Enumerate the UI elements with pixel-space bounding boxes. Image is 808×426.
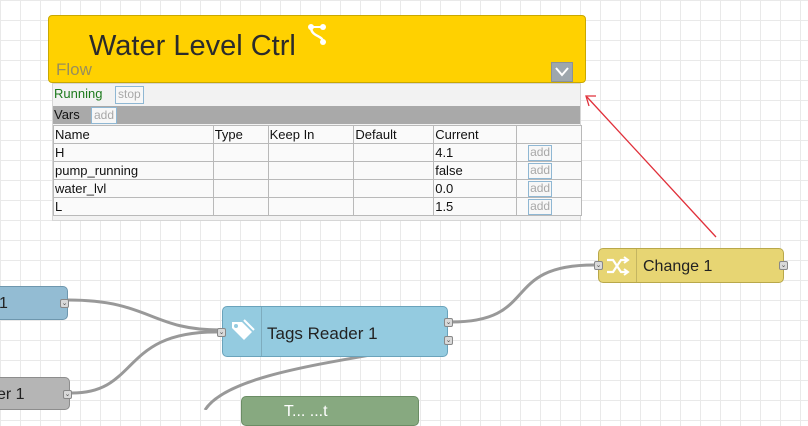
- add-var-button[interactable]: add: [91, 107, 118, 124]
- node-label: Tags Reader 1: [267, 324, 378, 343]
- var-current: 4.1: [433, 143, 518, 162]
- var-name: pump_running: [53, 161, 214, 180]
- shuffle-icon: [607, 256, 630, 276]
- row-action-cell: add: [516, 179, 582, 198]
- left-bottom-node[interactable]: er 1 ⌄: [0, 377, 72, 410]
- var-type: [212, 161, 269, 180]
- var-type: [212, 197, 269, 216]
- vars-label: Vars: [54, 107, 80, 122]
- row-add-button[interactable]: add: [528, 163, 553, 179]
- link-arrow-line: [586, 96, 717, 238]
- var-keep-in: [267, 179, 355, 198]
- output-port[interactable]: ⌄: [779, 261, 788, 270]
- flow-node[interactable]: Water Level Ctrl Flow: [48, 15, 586, 83]
- flow-type-label: Flow: [56, 60, 92, 79]
- vars-table: Name Type Keep In Default Current H 4.1 …: [53, 125, 582, 216]
- bottom-partial-node[interactable]: T... ...t: [241, 396, 419, 426]
- output-port-1[interactable]: ⌄: [444, 318, 453, 327]
- node-label: 1: [0, 295, 8, 312]
- var-keep-in: [267, 161, 355, 180]
- table-row: H 4.1 add: [53, 143, 582, 162]
- node-label: T... ...t: [284, 403, 328, 420]
- table-row: pump_running false add: [53, 161, 582, 180]
- output-port[interactable]: ⌄: [60, 299, 69, 308]
- var-current: false: [433, 161, 518, 180]
- wire-left-top-to-tags[interactable]: [67, 298, 221, 332]
- stop-button[interactable]: stop: [115, 86, 144, 104]
- node-label: Change 1: [643, 258, 713, 275]
- flow-details-panel: Running stop Vars add Name Type Keep In …: [52, 83, 582, 221]
- var-name: L: [53, 197, 214, 216]
- expand-toggle-button[interactable]: [551, 62, 573, 82]
- row-add-button[interactable]: add: [528, 145, 553, 161]
- node-icon-box: [599, 249, 637, 282]
- var-current: 1.5: [433, 197, 518, 216]
- var-type: [212, 179, 269, 198]
- var-name: water_lvl: [53, 179, 214, 198]
- output-port-2[interactable]: ⌄: [444, 336, 453, 345]
- column-header-default: Default: [353, 125, 435, 144]
- column-header-action: [516, 125, 582, 144]
- left-top-node[interactable]: 1 ⌄: [0, 286, 69, 320]
- var-keep-in: [267, 143, 355, 162]
- chevron-down-icon: [555, 67, 569, 77]
- input-port[interactable]: ⌄: [217, 328, 226, 337]
- wire-tags-to-change[interactable]: [450, 263, 595, 324]
- table-row: water_lvl 0.0 add: [53, 179, 582, 198]
- var-default: [353, 143, 435, 162]
- input-port[interactable]: ⌄: [594, 261, 603, 270]
- column-header-keep-in: Keep In: [267, 125, 355, 144]
- row-action-cell: add: [516, 143, 582, 162]
- var-type: [212, 143, 269, 162]
- tag-icon: [232, 319, 255, 340]
- column-header-type: Type: [212, 125, 269, 144]
- var-name: H: [53, 143, 214, 162]
- var-keep-in: [267, 197, 355, 216]
- change-node[interactable]: Change 1 ⌄ ⌄: [594, 248, 788, 283]
- row-add-button[interactable]: add: [528, 199, 553, 215]
- row-add-button[interactable]: add: [528, 181, 553, 197]
- vars-header: Vars add: [53, 106, 580, 124]
- row-action-cell: add: [516, 197, 582, 216]
- table-row: L 1.5 add: [53, 197, 582, 216]
- output-port[interactable]: ⌄: [63, 390, 72, 399]
- row-action-cell: add: [516, 161, 582, 180]
- var-default: [353, 197, 435, 216]
- node-icon-box: [223, 307, 262, 356]
- table-header-row: Name Type Keep In Default Current: [53, 125, 582, 144]
- node-label: er 1: [0, 386, 25, 403]
- var-default: [353, 179, 435, 198]
- status-text: Running: [54, 86, 103, 101]
- tags-reader-node[interactable]: Tags Reader 1 ⌄ ⌄ ⌄: [217, 306, 453, 357]
- branch-icon: [308, 24, 326, 45]
- wire-left-bottom-to-tags[interactable]: [71, 330, 221, 395]
- var-default: [353, 161, 435, 180]
- flow-title: Water Level Ctrl: [89, 30, 296, 62]
- var-current: 0.0: [433, 179, 518, 198]
- status-row: Running stop: [53, 85, 580, 104]
- column-header-current: Current: [433, 125, 518, 144]
- column-header-name: Name: [53, 125, 214, 144]
